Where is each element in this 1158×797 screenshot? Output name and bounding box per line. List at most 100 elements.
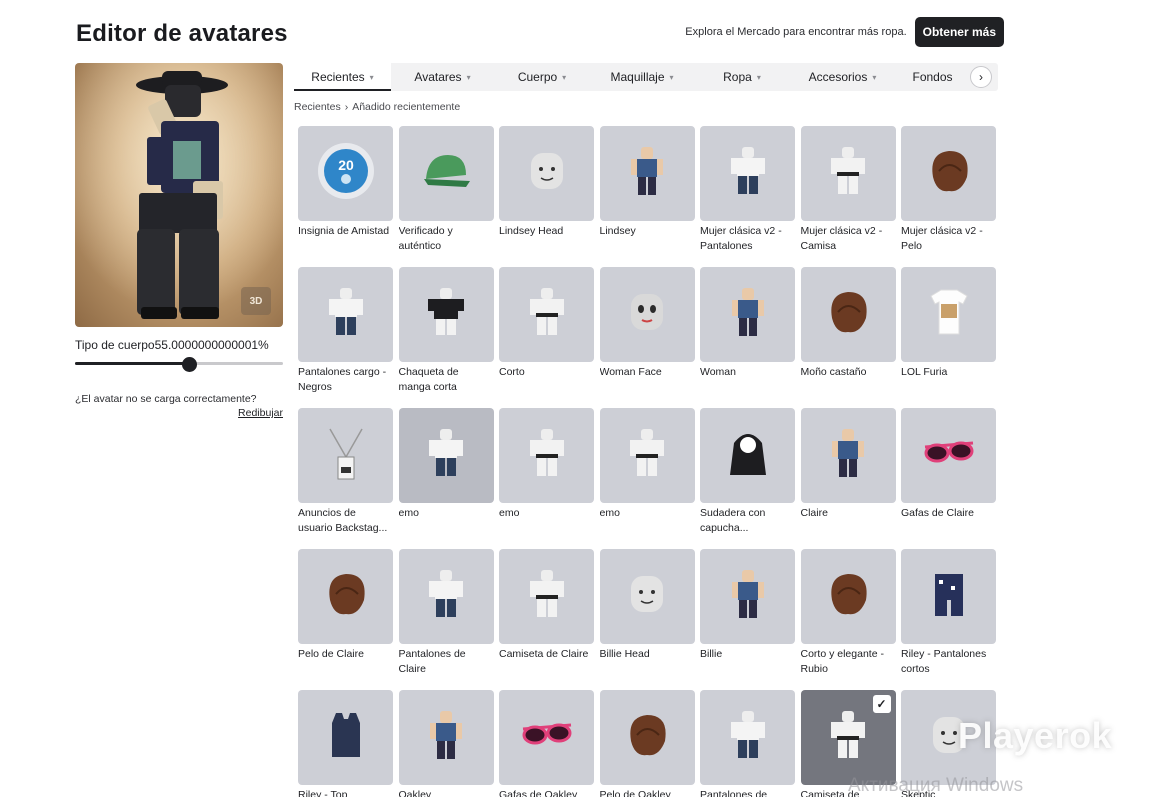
item-card[interactable]: Gafas de Oakley [499,690,594,797]
item-thumbnail[interactable] [599,408,695,503]
tabs-next-arrow-icon[interactable]: › [970,66,992,88]
item-thumbnail[interactable] [599,549,695,644]
item-card[interactable]: Lindsey Head [499,126,594,267]
item-thumbnail[interactable] [499,126,594,221]
item-card[interactable]: Mujer clásica v2 - Pelo [901,126,996,267]
item-card[interactable]: Mujer clásica v2 - Camisa [800,126,896,267]
item-card[interactable]: Mujer clásica v2 - Pantalones [700,126,795,267]
item-thumbnail[interactable] [298,267,393,362]
item-thumbnail[interactable] [901,126,996,221]
head-icon [517,141,577,206]
item-thumbnail[interactable] [398,690,494,785]
item-card[interactable]: 20 Insignia de Amistad [298,126,393,267]
item-thumbnail[interactable] [599,267,695,362]
item-card[interactable]: Gafas de Claire [901,408,996,549]
item-thumbnail[interactable] [298,690,393,785]
item-thumbnail[interactable] [901,549,996,644]
item-card[interactable]: Oakley [398,690,494,797]
breadcrumb-current: Añadido recientemente [352,101,461,113]
item-card[interactable]: LOL Furia [901,267,996,408]
item-thumbnail[interactable]: 20 [298,126,393,221]
breadcrumb-separator: › [344,101,349,113]
item-card[interactable]: Moño castaño [800,267,896,408]
item-thumbnail[interactable] [700,267,795,362]
item-card[interactable]: Billie [700,549,795,690]
item-card[interactable]: Verificado y auténtico [398,126,494,267]
item-card[interactable]: Riley - Top [298,690,393,797]
item-card[interactable]: Sudadera con capucha... [700,408,795,549]
item-card[interactable]: Riley - Pantalones cortos [901,549,996,690]
item-card[interactable]: Corto [499,267,594,408]
item-thumbnail[interactable] [700,126,795,221]
item-card[interactable]: Pelo de Oakley [599,690,695,797]
item-thumbnail[interactable] [800,267,896,362]
slider-thumb[interactable] [182,357,198,372]
item-thumbnail[interactable] [901,408,996,503]
tab-3[interactable]: Maquillaje ▾ [590,63,694,91]
pants-icon [718,141,778,206]
item-thumbnail[interactable] [499,549,594,644]
item-card[interactable]: emo [499,408,594,549]
shirt-icon [517,564,577,629]
tab-label: Avatares [414,70,462,84]
item-card[interactable]: Pantalones de Claire [398,549,494,690]
item-thumbnail[interactable] [901,267,996,362]
item-card[interactable]: emo [398,408,494,549]
tab-6[interactable]: Fondos [895,63,970,91]
item-thumbnail[interactable] [398,408,494,503]
item-thumbnail[interactable] [499,408,594,503]
item-thumbnail[interactable] [398,267,494,362]
tab-5[interactable]: Accesorios ▾ [790,63,895,91]
item-thumbnail[interactable] [800,549,896,644]
item-thumbnail[interactable] [298,549,393,644]
item-thumbnail[interactable] [700,549,795,644]
item-card[interactable]: Camiseta de Claire [499,549,594,690]
shirt-icon [517,282,577,347]
item-name: Insignia de Amistad [298,225,390,237]
pants-icon [316,282,376,347]
item-thumbnail[interactable]: ✓ [800,690,896,785]
item-card[interactable]: Pantalones cargo - Negros [298,267,393,408]
item-thumbnail[interactable] [700,690,795,785]
avatar-preview[interactable]: 3D [75,63,283,327]
get-more-button[interactable]: Obtener más [914,17,1004,47]
item-card[interactable]: Woman [700,267,795,408]
item-thumbnail[interactable] [398,549,494,644]
item-card[interactable]: emo [599,408,695,549]
item-name: Gafas de Claire [901,507,974,519]
item-card[interactable]: Chaqueta de manga corta [398,267,494,408]
tab-0[interactable]: Recientes ▾ [294,63,391,91]
breadcrumb-root[interactable]: Recientes [294,101,341,113]
body-type-slider[interactable] [75,357,283,372]
item-thumbnail[interactable] [298,408,393,503]
item-card[interactable]: Claire [800,408,896,549]
item-card[interactable]: Pelo de Claire [298,549,393,690]
item-name: Lindsey [599,225,636,237]
item-name: Claire [800,507,828,519]
tab-4[interactable]: Ropa ▾ [694,63,790,91]
item-thumbnail[interactable] [398,126,494,221]
item-thumbnail[interactable] [499,690,594,785]
item-thumbnail[interactable] [800,408,896,503]
redraw-link[interactable]: Redibujar [238,407,283,419]
item-name: Sudadera con capucha... [700,507,766,534]
tab-2[interactable]: Cuerpo ▾ [494,63,590,91]
item-name: Gafas de Oakley [499,789,578,797]
item-name: Mujer clásica v2 - Pelo [901,225,983,252]
view-3d-button[interactable]: 3D [241,287,271,315]
item-card[interactable]: Woman Face [599,267,695,408]
tab-1[interactable]: Avatares ▾ [391,63,494,91]
item-thumbnail[interactable] [599,690,695,785]
item-card[interactable]: Corto y elegante - Rubio [800,549,896,690]
item-card[interactable]: Pantalones de [700,690,795,797]
item-name: Anuncios de usuario Backstag... [298,507,388,534]
item-thumbnail[interactable] [599,126,695,221]
item-thumbnail[interactable] [800,126,896,221]
item-card[interactable]: Lindsey [599,126,695,267]
item-name: Riley - Pantalones cortos [901,648,987,675]
item-thumbnail[interactable] [499,267,594,362]
item-card[interactable]: Anuncios de usuario Backstag... [298,408,393,549]
item-card[interactable]: Billie Head [599,549,695,690]
item-thumbnail[interactable] [700,408,795,503]
tab-label: Maquillaje [610,70,665,84]
